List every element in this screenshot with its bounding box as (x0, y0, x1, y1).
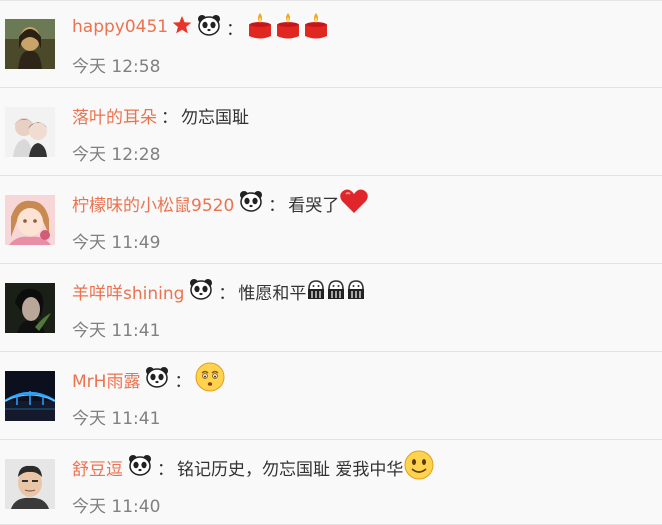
comment-line: happy0451 ： (72, 11, 330, 43)
separator: ： (268, 195, 286, 216)
heart-icon (339, 187, 369, 220)
comment-text: 惟愿和平 (238, 283, 307, 304)
star-icon (172, 15, 192, 40)
timestamp: 今天 11:40 (72, 497, 161, 517)
timestamp: 今天 12:28 (72, 145, 161, 165)
username-link[interactable]: 羊咩咩shining (72, 279, 184, 304)
separator: ： (218, 283, 236, 304)
candle-icon (246, 10, 274, 45)
panda-icon (238, 190, 264, 217)
panda-icon (127, 454, 153, 481)
comment-line: MrH雨露 ： (72, 361, 226, 398)
avatar[interactable] (5, 107, 55, 157)
worried-face-icon (194, 361, 226, 398)
avatar[interactable] (5, 459, 55, 509)
comment-row: MrH雨露 ： 今天 11:41 (0, 353, 662, 440)
panda-icon (188, 278, 214, 305)
salute-icon (346, 278, 366, 305)
comment-line: 柠檬味的小松鼠9520 ： 看哭了 (72, 187, 369, 219)
comment-row: 落叶的耳朵 ： 勿忘国耻 今天 12:28 (0, 89, 662, 176)
avatar[interactable] (5, 19, 55, 69)
username-link[interactable]: 柠檬味的小松鼠9520 (72, 191, 234, 216)
avatar[interactable] (5, 371, 55, 421)
candle-icon (302, 10, 330, 45)
comment-text: 铭记历史，勿忘国耻 爱我中华 (177, 459, 404, 480)
comment-row: 柠檬味的小松鼠9520 ： 看哭了 今天 11:49 (0, 177, 662, 264)
comment-row: happy0451 ： 今天 12:58 (0, 1, 662, 88)
username-link[interactable]: 落叶的耳朵 (72, 103, 157, 128)
separator: ： (157, 459, 174, 480)
timestamp: 今天 11:41 (72, 409, 161, 429)
separator: ： (226, 19, 244, 40)
salute-icon (326, 278, 346, 305)
username-link[interactable]: MrH雨露 (72, 367, 140, 392)
comment-line: 舒豆逗 ： 铭记历史，勿忘国耻 爱我中华 (72, 449, 435, 486)
smile-face-icon (403, 449, 435, 486)
comment-row: 羊咩咩shining ： 惟愿和平 今天 11:41 (0, 265, 662, 352)
timestamp: 今天 12:58 (72, 57, 161, 77)
comment-line: 羊咩咩shining ： 惟愿和平 (72, 275, 366, 307)
salute-icon (306, 278, 326, 305)
panda-icon (144, 366, 170, 393)
avatar[interactable] (5, 283, 55, 333)
comment-text: 勿忘国耻 (181, 107, 249, 128)
comment-list: happy0451 ： 今天 12:58 落叶的耳朵 ： 勿忘国耻 今天 12:… (0, 0, 662, 525)
comment-row: 舒豆逗 ： 铭记历史，勿忘国耻 爱我中华 今天 11:40 (0, 441, 662, 525)
candle-icon (274, 10, 302, 45)
separator: ： (174, 371, 192, 392)
avatar[interactable] (5, 195, 55, 245)
username-link[interactable]: happy0451 (72, 17, 168, 37)
separator: ： (161, 107, 178, 128)
username-link[interactable]: 舒豆逗 (72, 455, 123, 480)
comment-text: 看哭了 (288, 195, 340, 216)
timestamp: 今天 11:49 (72, 233, 161, 253)
timestamp: 今天 11:41 (72, 321, 161, 341)
panda-icon (196, 14, 222, 41)
comment-line: 落叶的耳朵 ： 勿忘国耻 (72, 99, 249, 131)
